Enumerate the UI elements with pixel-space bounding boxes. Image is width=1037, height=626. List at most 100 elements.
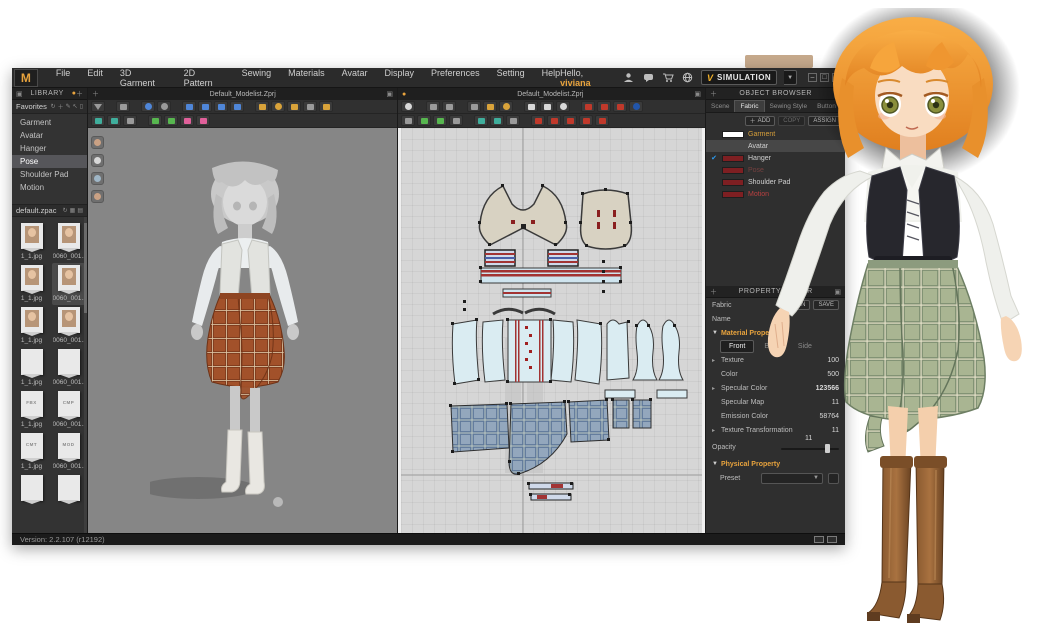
show-stress-icon[interactable] [196, 115, 210, 126]
mesh-box-tool-icon[interactable] [107, 115, 121, 126]
avatar-pose-icon[interactable] [319, 101, 333, 112]
dock-icon[interactable]: ▣ [16, 90, 23, 98]
back-icon[interactable]: ↖ [73, 103, 78, 110]
tab-pin-icon[interactable]: ▣ [386, 90, 393, 98]
file-thumb[interactable]: 0060_001... [52, 305, 85, 347]
grid-tool-icon[interactable] [597, 101, 611, 112]
edit-curve-icon[interactable] [467, 101, 481, 112]
garment-fit-icon[interactable] [182, 101, 196, 112]
simulate-gear-icon[interactable] [141, 101, 155, 112]
show-garment-icon[interactable] [148, 115, 162, 126]
add-favorite-icon[interactable]: ＋ [58, 102, 64, 111]
menu-avatar[interactable]: Avatar [342, 68, 368, 88]
file-thumb[interactable]: 1_1.jpg [15, 263, 48, 305]
garment-shirt-icon[interactable] [230, 101, 244, 112]
simulate-alt-gear-icon[interactable] [157, 101, 171, 112]
add-point-icon[interactable] [499, 101, 513, 112]
file-grid-scrollbar[interactable] [84, 217, 87, 533]
file-thumb[interactable]: 1_1.jpg [15, 347, 48, 389]
menu-preferences[interactable]: Preferences [431, 68, 480, 88]
file-thumb[interactable]: 0060_001... [52, 347, 85, 389]
texture-small-icon[interactable] [506, 115, 520, 126]
transform-pattern-icon[interactable] [426, 101, 440, 112]
file-thumb[interactable]: 1_1.jpg [15, 221, 48, 263]
library-item-motion[interactable]: Motion [12, 181, 87, 194]
menu-2d-pattern[interactable]: 2D Pattern [184, 68, 225, 88]
library-item-garment[interactable]: Garment [12, 116, 87, 129]
hanger-preset-icon[interactable] [91, 172, 104, 185]
free-sewing-icon[interactable] [547, 115, 561, 126]
avatar-mannequin-icon[interactable] [287, 101, 301, 112]
unfold-curve-icon[interactable] [433, 115, 447, 126]
refresh-icon[interactable]: ↻ [51, 103, 56, 110]
sphere-preset-icon[interactable] [91, 190, 104, 203]
file-thumb[interactable]: CMP0060_001... [52, 389, 85, 431]
tab-2d[interactable]: Default_Modelist.Zprj [406, 91, 694, 98]
rect-pattern-icon[interactable] [540, 101, 554, 112]
file-thumb[interactable]: FBX1_1.jpg [15, 389, 48, 431]
edit-sewing-icon[interactable] [579, 115, 593, 126]
app-logo[interactable]: M [14, 69, 38, 87]
tab-scene[interactable]: Scene [706, 100, 734, 112]
library-item-avatar[interactable]: Avatar [12, 129, 87, 142]
garment-fit2-icon[interactable] [198, 101, 212, 112]
library-add-icon[interactable]: ＋ [76, 89, 83, 99]
pack-refresh-icon[interactable]: ↻ [63, 207, 68, 214]
garment-pants-icon[interactable] [214, 101, 228, 112]
scene-3d[interactable] [88, 128, 397, 533]
show-seams-icon[interactable] [180, 115, 194, 126]
cart-icon[interactable] [662, 72, 675, 83]
select-texture-icon[interactable] [474, 115, 488, 126]
library-item-pose[interactable]: Pose [12, 155, 87, 168]
tab-3d[interactable]: Default_Modelist.Zprj [99, 91, 386, 98]
file-thumb[interactable]: 0060_001... [52, 221, 85, 263]
fold-icon[interactable] [449, 115, 463, 126]
menu-display[interactable]: Display [385, 68, 415, 88]
pattern-canvas[interactable] [398, 128, 705, 533]
edit-icon[interactable]: ✎ [66, 103, 71, 110]
transform-alt-icon[interactable] [442, 101, 456, 112]
avatar-walk-icon[interactable] [303, 101, 317, 112]
delete-icon[interactable]: ▯ [80, 103, 83, 110]
save-tool-icon[interactable] [91, 101, 105, 112]
avatar-sphere-icon[interactable] [271, 101, 285, 112]
avatar-head-icon[interactable] [91, 136, 104, 149]
file-thumb[interactable] [52, 473, 85, 515]
detach-sewing-icon[interactable] [595, 115, 609, 126]
tab-add-icon[interactable]: ＋ [92, 89, 99, 99]
seam-tool-icon[interactable] [613, 101, 627, 112]
account-icon[interactable] [622, 72, 635, 83]
pe-add-icon[interactable]: ＋ [710, 287, 717, 297]
edit-point-icon[interactable] [483, 101, 497, 112]
library-item-shoulder-pad[interactable]: Shoulder Pad [12, 168, 87, 181]
menu-setting[interactable]: Setting [497, 68, 525, 88]
edit-texture-icon[interactable] [490, 115, 504, 126]
dart-tool-icon[interactable] [581, 101, 595, 112]
select-pattern-icon[interactable] [401, 115, 415, 126]
menu-help[interactable]: Help [542, 68, 561, 88]
ob-add-icon[interactable]: ＋ [710, 89, 717, 99]
mn-sewing-icon[interactable] [563, 115, 577, 126]
file-thumb[interactable] [15, 473, 48, 515]
globe-icon[interactable] [681, 72, 694, 83]
menu-materials[interactable]: Materials [288, 68, 325, 88]
pin-tool-icon[interactable] [123, 115, 137, 126]
file-thumb[interactable]: CMT1_1.jpg [15, 431, 48, 473]
select-box-tool-icon[interactable] [91, 115, 105, 126]
circle-pattern-icon[interactable] [556, 101, 570, 112]
menu-3d-garment[interactable]: 3D Garment [120, 68, 167, 88]
tab2-pin-icon[interactable]: ▣ [694, 90, 701, 98]
library-item-hanger[interactable]: Hanger [12, 142, 87, 155]
file-thumb[interactable]: 1_1.jpg [15, 305, 48, 347]
menu-sewing[interactable]: Sewing [242, 68, 272, 88]
segment-sewing-icon[interactable] [531, 115, 545, 126]
show-garment-fit-icon[interactable] [164, 115, 178, 126]
chat-icon[interactable] [642, 72, 655, 83]
menu-file[interactable]: File [56, 68, 71, 88]
unfold-icon[interactable] [417, 115, 431, 126]
garment-preset-icon[interactable] [91, 154, 104, 167]
avatar-run-icon[interactable] [255, 101, 269, 112]
polygon-pattern-icon[interactable] [524, 101, 538, 112]
sync-2d3d-icon[interactable] [401, 101, 415, 112]
track-tool-icon[interactable] [629, 101, 643, 112]
